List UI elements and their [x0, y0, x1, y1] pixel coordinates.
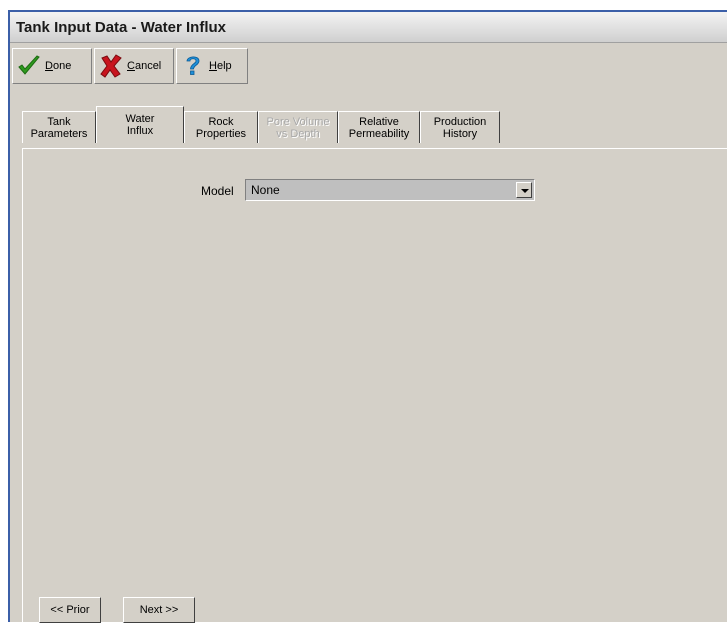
tab-water-influx[interactable]: Water Influx	[96, 106, 184, 143]
tank-input-window: Tank Input Data - Water Influx Done Canc…	[8, 10, 727, 623]
done-button[interactable]: Done	[12, 48, 92, 84]
model-label: Model	[201, 184, 234, 198]
title-bar: Tank Input Data - Water Influx	[10, 12, 727, 43]
tab-rock-properties[interactable]: Rock Properties	[184, 111, 258, 143]
tab-label: Tank Parameters	[30, 115, 88, 140]
window-title: Tank Input Data - Water Influx	[16, 19, 227, 36]
cancel-label: ancel	[134, 60, 162, 72]
help-mnemonic: H	[209, 60, 217, 72]
tab-label: Water Influx	[125, 113, 155, 137]
tab-production-history[interactable]: Production History	[420, 111, 500, 143]
water-influx-panel: Model None << Prior Next >>	[22, 148, 727, 623]
done-label: one	[52, 60, 72, 72]
chevron-down-icon[interactable]	[516, 182, 532, 198]
tab-pore-volume-vs-depth: Pore Volume vs Depth	[258, 111, 338, 143]
x-icon	[98, 53, 124, 79]
tab-label: Production History	[433, 115, 487, 140]
cancel-mnemonic: C	[127, 60, 135, 72]
tab-label: Rock Properties	[195, 115, 247, 140]
tab-relative-permeability[interactable]: Relative Permeability	[338, 111, 420, 143]
next-button[interactable]: Next >>	[123, 597, 195, 623]
tab-label: Pore Volume vs Depth	[266, 115, 330, 140]
help-button[interactable]: Help	[176, 48, 248, 84]
model-select[interactable]: None	[245, 179, 535, 201]
prior-button[interactable]: << Prior	[39, 597, 101, 623]
help-label: elp	[216, 60, 232, 72]
done-mnemonic: D	[45, 60, 53, 72]
model-value: None	[251, 183, 280, 197]
toolbar: Done Cancel Help	[12, 48, 727, 86]
tab-label: Relative Permeability	[348, 115, 410, 140]
checkmark-icon	[16, 53, 42, 79]
cancel-button[interactable]: Cancel	[94, 48, 174, 84]
question-mark-icon	[180, 53, 206, 79]
tab-tank-parameters[interactable]: Tank Parameters	[22, 111, 96, 143]
